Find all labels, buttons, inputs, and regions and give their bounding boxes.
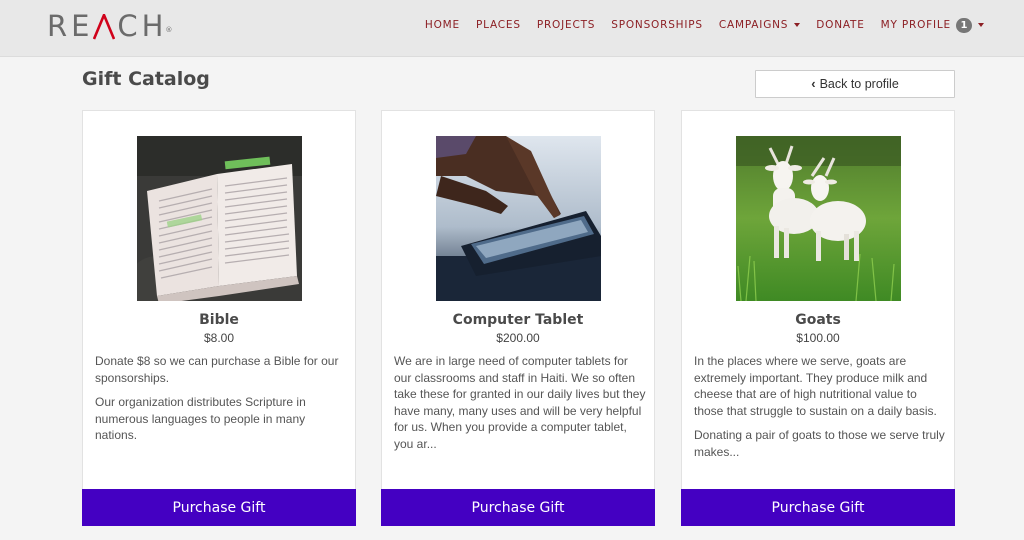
gift-price: $8.00 (203, 331, 235, 345)
nav-home[interactable]: HOME (425, 17, 460, 33)
description-paragraph: Our organization distributes Scripture i… (95, 395, 306, 442)
caret-down-icon (794, 23, 801, 27)
back-to-profile-button[interactable]: ‹ Back to profile (755, 70, 955, 98)
gift-card-computer-tablet: Computer Tablet $200.00 We are in large … (381, 110, 655, 526)
main-nav: HOME PLACES PROJECTS SPONSORSHIPS CAMPAI… (409, 17, 984, 33)
gift-title: Goats (795, 312, 841, 328)
page-title: Gift Catalog (82, 68, 210, 90)
gift-card-bible: Bible $8.00 Donate $8 so we can purchase… (82, 110, 356, 526)
gift-description: In the places where we serve, goats are … (694, 353, 946, 468)
gift-card-goats: Goats $100.00 In the places where we ser… (681, 110, 955, 526)
registered-mark: ® (165, 26, 173, 34)
description-paragraph: Donate $8 so we can purchase a Bible for… (95, 354, 339, 385)
gift-description: Donate $8 so we can purchase a Bible for… (95, 353, 347, 452)
nav-campaigns-dropdown[interactable]: CAMPAIGNS (719, 17, 801, 33)
nav-donate[interactable]: DONATE (816, 17, 864, 33)
description-paragraph: Donating a pair of goats to those we ser… (694, 428, 945, 459)
back-to-profile-label: Back to profile (819, 77, 899, 91)
gift-title: Bible (199, 312, 239, 328)
nav-places[interactable]: PLACES (476, 17, 521, 33)
gift-price: $100.00 (796, 331, 840, 345)
logo-a-mark-icon (93, 14, 116, 40)
top-navbar: REACH® HOME PLACES PROJECTS SPONSORSHIPS… (0, 0, 1024, 57)
gift-description: We are in large need of computer tablets… (394, 353, 646, 460)
nav-projects[interactable]: PROJECTS (537, 17, 595, 33)
caret-down-icon (978, 23, 984, 27)
reach-logo[interactable]: REACH® (47, 10, 172, 42)
bible-image (137, 136, 302, 301)
nav-sponsorships[interactable]: SPONSORSHIPS (611, 17, 703, 33)
notification-badge: 1 (956, 17, 972, 33)
gift-price: $200.00 (496, 331, 540, 345)
purchase-gift-button[interactable]: Purchase Gift (381, 489, 655, 526)
logo-accent-a: A (93, 10, 117, 42)
description-paragraph: We are in large need of computer tablets… (394, 354, 646, 451)
goats-image (736, 136, 901, 301)
logo-text-end: CH (117, 9, 168, 43)
chevron-left-icon: ‹ (811, 75, 816, 91)
logo-text-start: RE (47, 9, 94, 43)
gift-title: Computer Tablet (452, 312, 584, 328)
purchase-gift-button[interactable]: Purchase Gift (681, 489, 955, 526)
computer-tablet-image (436, 136, 601, 301)
nav-my-profile-dropdown[interactable]: MY PROFILE 1 (881, 17, 984, 33)
purchase-gift-button[interactable]: Purchase Gift (82, 489, 356, 526)
description-paragraph: In the places where we serve, goats are … (694, 354, 937, 418)
